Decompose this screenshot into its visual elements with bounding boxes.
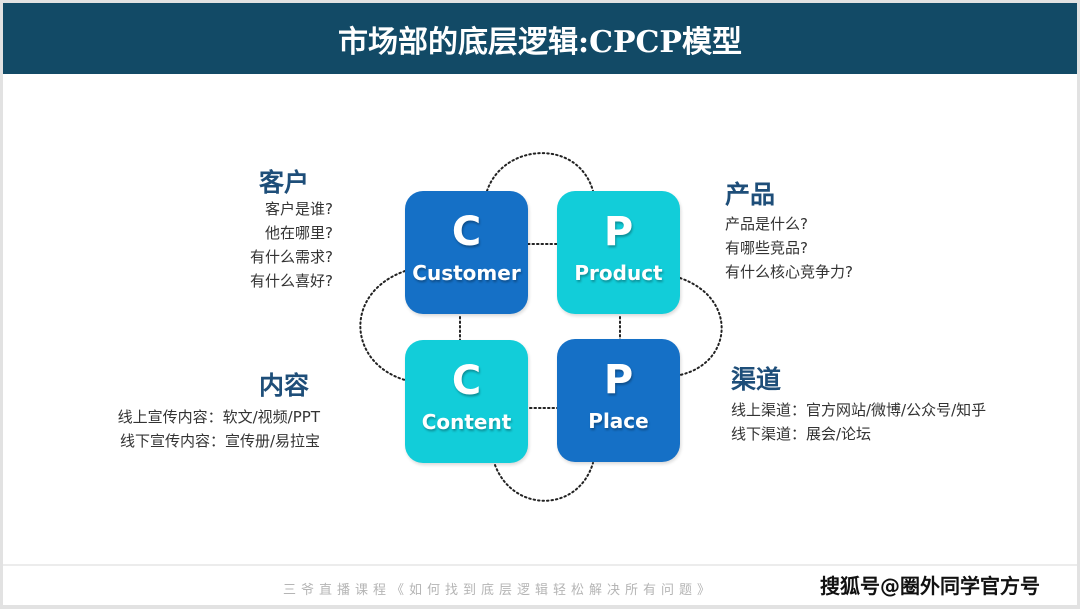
box-letter: P: [603, 209, 634, 255]
list-item: 客户是谁?: [265, 200, 333, 218]
list-item: 线上宣传内容：软文/视频/PPT: [117, 408, 320, 426]
product-section-title: 产品: [725, 180, 776, 209]
footer-course-title: 三爷直播课程《如何找到底层逻辑轻松解决所有问题》: [283, 583, 716, 598]
customer-section-list: 客户是谁? 他在哪里? 有什么需求? 有什么喜好?: [250, 197, 333, 293]
box-customer: C Customer: [405, 191, 528, 314]
connector-top-loop: [486, 152, 594, 192]
box-content: C Content: [405, 340, 528, 463]
list-item: 线下渠道：展会/论坛: [731, 425, 872, 443]
content-section-list: 线上宣传内容：软文/视频/PPT 线下宣传内容：宣传册/易拉宝: [118, 405, 320, 453]
box-letter: C: [451, 209, 482, 255]
connector-bottom-loop: [494, 462, 594, 502]
list-item: 有什么核心竞争力?: [725, 263, 853, 281]
connector-left-loop: [359, 270, 406, 381]
watermark: 搜狐号@圈外同学官方号: [820, 574, 1040, 598]
product-section-list: 产品是什么? 有哪些竞品? 有什么核心竞争力?: [725, 212, 853, 284]
footer-divider: [3, 564, 1077, 566]
list-item: 线上渠道：官方网站/微博/公众号/知乎: [731, 401, 987, 419]
box-label: Customer: [412, 261, 521, 285]
list-item: 有哪些竞品?: [725, 239, 808, 257]
list-item: 他在哪里?: [265, 224, 333, 242]
connector-right-loop: [679, 277, 723, 376]
box-place: P Place: [557, 339, 680, 462]
box-label: Product: [574, 261, 663, 285]
box-letter: C: [451, 358, 482, 404]
box-label: Content: [421, 410, 512, 434]
box-label: Place: [588, 409, 649, 433]
list-item: 产品是什么?: [725, 215, 808, 233]
place-section-title: 渠道: [731, 365, 782, 394]
list-item: 有什么喜好?: [250, 272, 333, 290]
box-product: P Product: [557, 191, 680, 314]
customer-section-title: 客户: [259, 168, 310, 197]
slide: 市场部的底层逻辑:CPCP模型 C Customer P Product C C…: [3, 3, 1077, 605]
list-item: 线下宣传内容：宣传册/易拉宝: [119, 432, 320, 450]
dotted-connectors: [359, 152, 723, 502]
content-section-title: 内容: [259, 371, 310, 400]
box-letter: P: [603, 357, 634, 403]
place-section-list: 线上渠道：官方网站/微博/公众号/知乎 线下渠道：展会/论坛: [731, 398, 986, 446]
list-item: 有什么需求?: [250, 248, 333, 266]
